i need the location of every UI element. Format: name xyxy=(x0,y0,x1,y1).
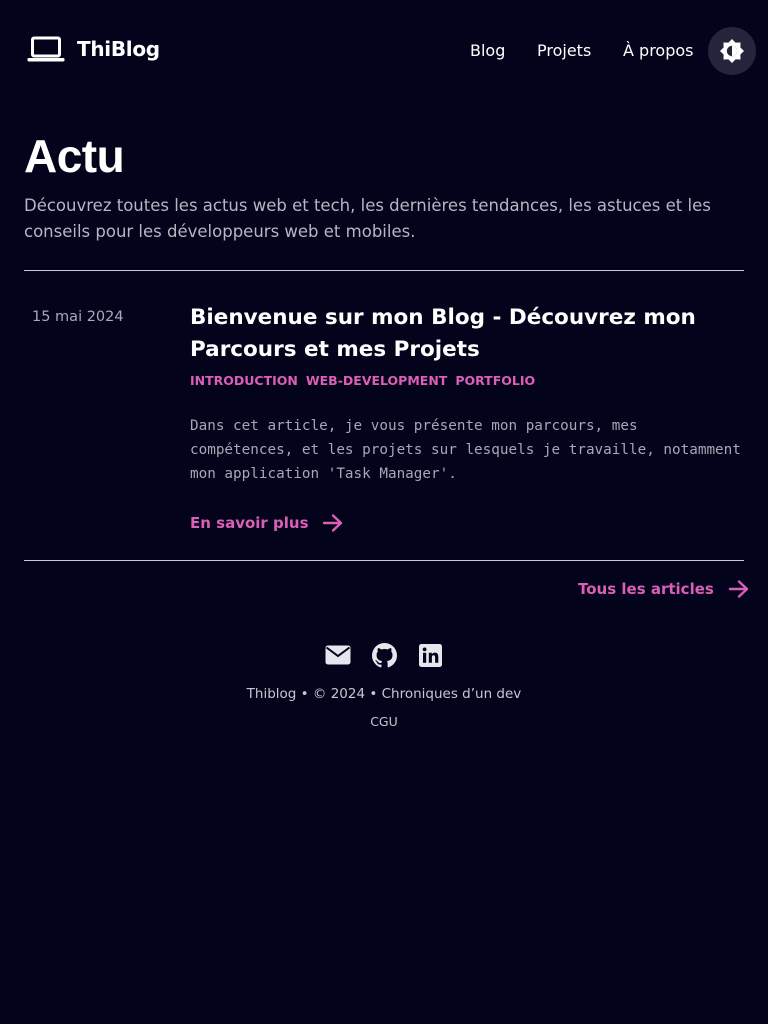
all-articles-link[interactable]: Tous les articles xyxy=(578,577,750,601)
read-more-link[interactable]: En savoir plus xyxy=(190,511,344,535)
social-links xyxy=(0,642,768,668)
tag-introduction[interactable]: introduction xyxy=(190,372,298,390)
post-date: 15 mai 2024 xyxy=(32,309,124,325)
post-tags: introduction web-development portfolio xyxy=(190,372,535,390)
theme-toggle-button[interactable] xyxy=(708,27,756,75)
tag-portfolio[interactable]: portfolio xyxy=(455,372,535,390)
post-summary: Dans cet article, je vous présente mon p… xyxy=(190,418,741,482)
nav-blog[interactable]: Blog xyxy=(470,38,505,64)
arrow-right-icon xyxy=(322,514,342,532)
tag-web-development[interactable]: web-development xyxy=(306,372,447,390)
cgu-link[interactable]: CGU xyxy=(370,714,398,729)
page-title: Actu xyxy=(24,130,125,182)
site-header: ThiBlog Blog Projets À propos xyxy=(0,0,768,100)
logo-text: ThiBlog xyxy=(77,37,160,61)
nav-a-propos[interactable]: À propos xyxy=(623,38,693,64)
mail-icon xyxy=(325,645,351,665)
nav-projets[interactable]: Projets xyxy=(537,38,591,64)
github-link[interactable] xyxy=(371,642,397,668)
post-title[interactable]: Bienvenue sur mon Blog - Découvrez mon P… xyxy=(190,302,746,366)
footer-links: CGU xyxy=(0,713,768,731)
divider xyxy=(24,560,744,561)
github-icon xyxy=(371,642,397,667)
mail-link[interactable] xyxy=(325,642,351,668)
page-description: Découvrez toutes les actus web et tech, … xyxy=(24,196,711,241)
divider xyxy=(24,270,744,271)
footer-text: Thiblog • © 2024 • Chroniques d’un dev xyxy=(246,686,522,702)
read-more-label: En savoir plus xyxy=(190,514,309,532)
arrow-right-icon xyxy=(728,580,749,598)
brightness-icon xyxy=(720,39,744,63)
all-articles-label: Tous les articles xyxy=(578,580,714,598)
linkedin-icon xyxy=(418,643,442,667)
linkedin-link[interactable] xyxy=(417,642,443,668)
laptop-icon xyxy=(27,36,65,62)
logo-link[interactable]: ThiBlog xyxy=(27,34,160,64)
